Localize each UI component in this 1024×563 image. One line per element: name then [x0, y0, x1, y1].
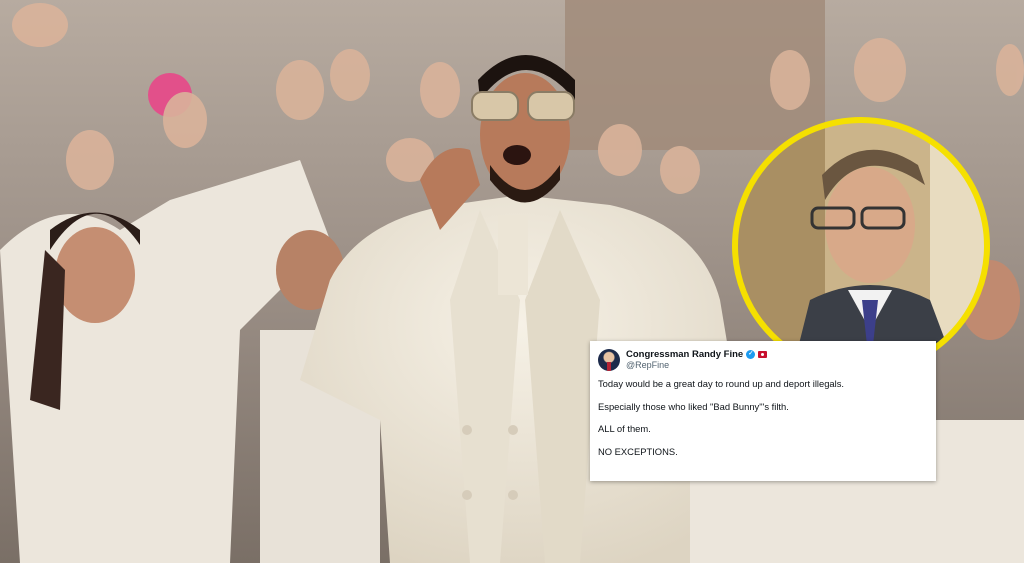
tweet-line: Especially those who liked "Bad Bunny"'s… — [598, 400, 789, 412]
profile-avatar[interactable] — [598, 349, 620, 371]
verified-badge-icon: ✓ — [746, 350, 756, 359]
author-display-name[interactable]: Congressman Randy Fine — [626, 349, 743, 360]
tweet-header: Congressman Randy Fine ✓ @RepFine — [598, 349, 926, 371]
tweet-text: Today would be a great day to round up a… — [598, 378, 926, 457]
name-row: Congressman Randy Fine ✓ — [626, 349, 768, 360]
tweet-line: ALL of them. — [598, 423, 651, 434]
author-handle[interactable]: @RepFine — [626, 360, 767, 371]
tweet-author: Congressman Randy Fine ✓ @RepFine — [626, 349, 768, 371]
affiliation-flag-icon — [758, 351, 768, 358]
tweet-line: Today would be a great day to round up a… — [598, 378, 845, 389]
tweet-line: NO EXCEPTIONS. — [598, 445, 678, 457]
tweet-card: Congressman Randy Fine ✓ @RepFine Today … — [590, 341, 936, 481]
